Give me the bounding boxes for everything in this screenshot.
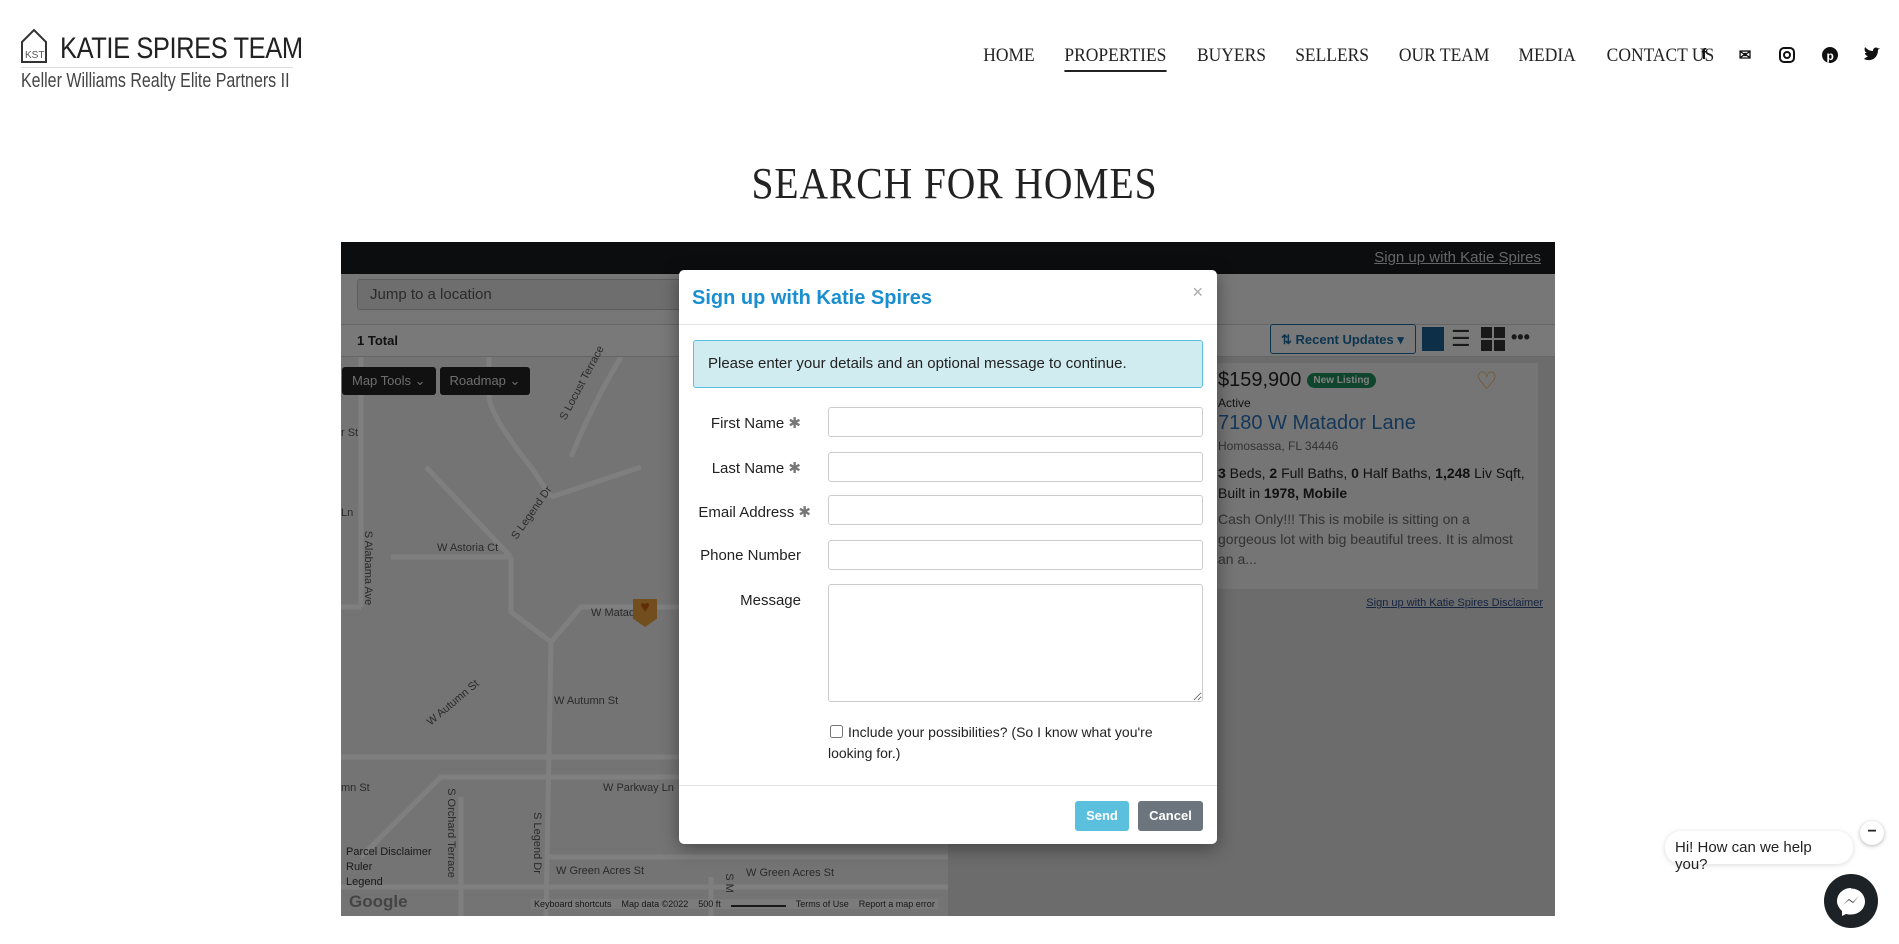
chat-greeting[interactable]: Hi! How can we help you? xyxy=(1665,831,1853,873)
map-tools-button[interactable]: Map Tools ⌄ xyxy=(342,367,436,395)
modal-title: Sign up with Katie Spires xyxy=(692,287,933,309)
scale-bar xyxy=(730,899,786,907)
signup-link[interactable]: Sign up with Katie Spires xyxy=(1374,249,1541,266)
keyboard-shortcuts-link[interactable]: Keyboard shortcuts xyxy=(534,899,612,909)
street-label: W Astoria Ct xyxy=(437,542,499,554)
signup-modal: Sign up with Katie Spires × Please enter… xyxy=(679,270,1217,844)
last-name-label: Last Name ✱ xyxy=(711,460,801,477)
modal-header: Sign up with Katie Spires xyxy=(679,270,1217,325)
close-icon[interactable]: × xyxy=(1192,282,1203,303)
listing-card[interactable]: $159,900 New Listing ♡ Active 7180 W Mata… xyxy=(1211,363,1538,589)
phone-label: Phone Number xyxy=(700,547,801,564)
mail-icon[interactable]: ✉ xyxy=(1734,46,1756,68)
street-label: r St xyxy=(341,427,359,439)
property-type: Mobile xyxy=(1302,485,1348,501)
nav-our-team[interactable]: OUR TEAM xyxy=(1399,45,1489,72)
facebook-icon[interactable]: f xyxy=(1693,46,1715,68)
email-label: Email Address ✱ xyxy=(698,504,811,521)
nav-home[interactable]: HOME xyxy=(983,45,1034,72)
street-label: W Green Acres St xyxy=(746,867,835,879)
half-baths: 0 xyxy=(1351,465,1359,481)
required-icon: ✱ xyxy=(788,415,801,432)
instagram-icon[interactable] xyxy=(1776,46,1798,68)
street-label: S M xyxy=(722,873,735,893)
chat-minimize-button[interactable]: − xyxy=(1860,821,1884,845)
modal-footer: Send Cancel xyxy=(679,785,1217,844)
beds: 3 xyxy=(1218,465,1226,481)
list-view-icon[interactable]: ☰ xyxy=(1451,328,1471,350)
nav-buyers[interactable]: BUYERS xyxy=(1197,45,1266,72)
scale-text: 500 ft xyxy=(698,899,721,909)
pinterest-icon[interactable]: p xyxy=(1819,46,1841,68)
possibilities-label: Include your possibilities? (So I know w… xyxy=(828,724,1153,761)
logo-title: KATIE SPIRES TEAM xyxy=(60,32,303,65)
map-data-text: Map data ©2022 xyxy=(621,899,689,909)
logo-subtitle: Keller Williams Realty Elite Partners II xyxy=(21,67,293,93)
sort-dropdown[interactable]: ⇅ Recent Updates ▾ xyxy=(1270,324,1416,354)
map-view-icon[interactable] xyxy=(1422,327,1444,351)
page-title: SEARCH FOR HOMES xyxy=(751,159,1158,208)
results-total: 1 Total xyxy=(357,333,398,348)
svg-text:p: p xyxy=(1827,49,1834,63)
sort-label: Recent Updates xyxy=(1295,332,1394,347)
info-alert: Please enter your details and an optiona… xyxy=(693,340,1203,388)
report-error-link[interactable]: Report a map error xyxy=(859,899,935,909)
nav-media[interactable]: MEDIA xyxy=(1519,45,1576,72)
map-tools-label: Map Tools xyxy=(352,373,412,388)
first-name-input[interactable] xyxy=(828,407,1203,437)
listing-description: Cash Only!!! This is mobile is sitting o… xyxy=(1218,511,1513,567)
listing-city: Homosassa, FL 34446 xyxy=(1218,439,1339,453)
twitter-icon[interactable] xyxy=(1861,46,1883,68)
required-icon: ✱ xyxy=(788,460,801,477)
logo-house-icon: KST xyxy=(21,28,47,63)
new-listing-badge: New Listing xyxy=(1307,373,1376,388)
svg-text:KST: KST xyxy=(25,50,44,61)
required-icon: ✱ xyxy=(798,504,811,521)
nav-sellers[interactable]: SELLERS xyxy=(1295,45,1369,72)
year-built: 1978 xyxy=(1263,485,1296,501)
grid-view-icon[interactable] xyxy=(1481,327,1505,351)
street-label: W Autumn St xyxy=(554,695,619,707)
messenger-icon[interactable] xyxy=(1824,874,1878,928)
first-name-label: First Name ✱ xyxy=(710,415,801,432)
parcel-disclaimer-link[interactable]: Parcel Disclaimer xyxy=(346,845,432,860)
more-icon[interactable]: ••• xyxy=(1511,327,1530,348)
phone-input[interactable] xyxy=(828,540,1203,570)
sqft: 1,248 xyxy=(1435,465,1471,481)
street-label: S Legend Dr xyxy=(530,812,543,874)
street-label: mn St xyxy=(341,782,370,794)
message-textarea[interactable] xyxy=(828,584,1203,702)
main-nav: HOME PROPERTIES BUYERS SELLERS OUR TEAM … xyxy=(981,45,1718,72)
listing-status: Active xyxy=(1218,396,1251,410)
listing-address[interactable]: 7180 W Matador Lane xyxy=(1218,412,1538,435)
nav-properties[interactable]: PROPERTIES xyxy=(1064,45,1167,72)
message-label: Message xyxy=(740,592,801,609)
street-label: S Alabama Ave xyxy=(362,530,375,606)
listing-facts: 3 Beds, 2 Full Baths, 0 Half Baths, 1,24… xyxy=(1218,465,1525,501)
full-baths: 2 xyxy=(1269,465,1278,481)
street-label: Ln xyxy=(341,507,354,519)
street-label: S Orchard Terrace xyxy=(444,788,457,878)
last-name-input[interactable] xyxy=(828,452,1203,482)
google-logo: Google xyxy=(349,892,408,911)
footer-signup-link[interactable]: Sign up with Katie Spires xyxy=(1366,597,1488,609)
send-button[interactable]: Send xyxy=(1075,801,1129,831)
cancel-button[interactable]: Cancel xyxy=(1138,801,1203,831)
listing-price: $159,900 xyxy=(1218,369,1302,391)
roadmap-button[interactable]: Roadmap ⌄ xyxy=(439,367,531,395)
street-label: W Green Acres St xyxy=(556,865,645,877)
terms-link[interactable]: Terms of Use xyxy=(796,899,849,909)
favorite-heart-icon[interactable]: ♡ xyxy=(1476,367,1498,396)
email-input[interactable] xyxy=(828,495,1203,525)
legend-link[interactable]: Legend xyxy=(346,875,432,890)
ruler-link[interactable]: Ruler xyxy=(346,860,432,875)
street-label: W Parkway Ln xyxy=(603,782,674,794)
roadmap-label: Roadmap xyxy=(449,373,506,388)
disclaimer-link[interactable]: Disclaimer xyxy=(1492,597,1543,609)
